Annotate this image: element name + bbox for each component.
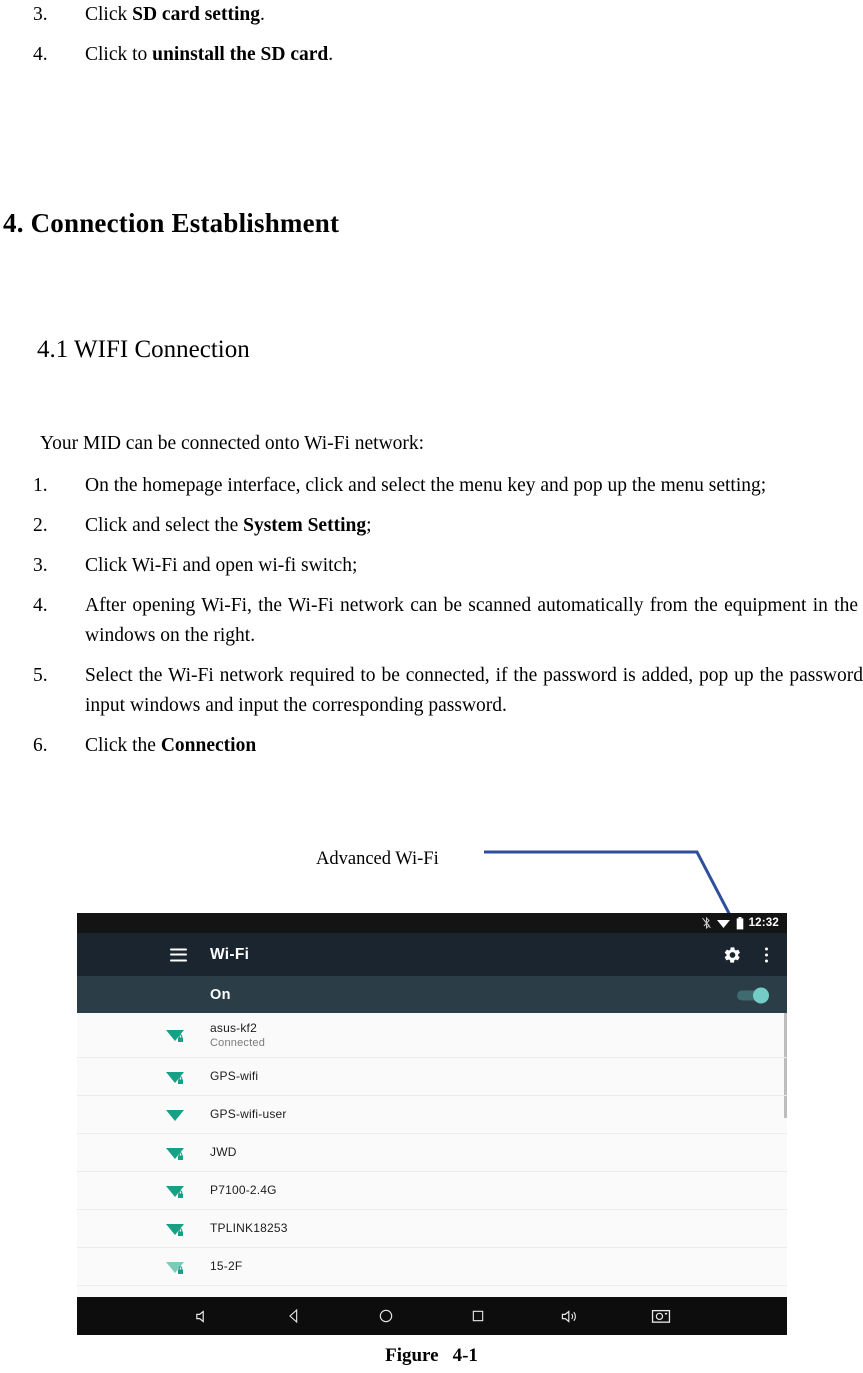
list-number: 1. <box>33 475 48 496</box>
wifi-signal-icon <box>166 1071 184 1084</box>
list-number: 6. <box>33 735 48 756</box>
text-suffix: . <box>259 4 265 25</box>
network-ssid: P7100-2.4G <box>210 1183 277 1197</box>
home-icon[interactable] <box>366 1297 406 1335</box>
section-heading: 4. Connection Establishment <box>3 208 340 238</box>
network-row[interactable]: 15-2F <box>77 1248 787 1286</box>
gear-icon[interactable] <box>723 945 742 964</box>
network-ssid: JWD <box>210 1145 237 1159</box>
network-row[interactable]: GPS-wifi <box>77 1058 787 1096</box>
steps-list: 1. On the homepage interface, click and … <box>0 471 863 771</box>
list-item: 4. After opening Wi-Fi, the Wi-Fi networ… <box>0 591 863 651</box>
list-number: 3. <box>33 555 48 576</box>
text-suffix: . <box>328 44 334 65</box>
wifi-signal-icon <box>166 1223 184 1236</box>
list-item: 2. Click and select the System Setting; <box>0 511 863 541</box>
tablet-screenshot: 12:32 Wi-Fi On asus-kf2 Connected GPS-wifi… <box>77 913 787 1335</box>
list-number: 4. <box>33 44 48 65</box>
list-item: 3. Click SD card setting. <box>0 0 863 30</box>
text-prefix: Select the Wi-Fi network required to be … <box>85 665 863 716</box>
volume-down-icon[interactable] <box>183 1297 223 1335</box>
network-row[interactable]: GPS-wifi-user <box>77 1096 787 1134</box>
wifi-signal-icon <box>166 1261 184 1274</box>
text-prefix: On the homepage interface, click and sel… <box>85 475 767 496</box>
annotation-label: Advanced Wi-Fi <box>316 849 439 869</box>
overflow-menu-icon[interactable] <box>760 945 773 964</box>
wifi-signal-icon <box>166 1109 184 1121</box>
action-bar-actions <box>723 945 773 964</box>
screenshot-icon[interactable] <box>641 1297 681 1335</box>
network-row[interactable]: asus-kf2 Connected <box>77 1013 787 1058</box>
list-text: Click SD card setting. <box>85 0 863 30</box>
list-item: 4. Click to uninstall the SD card. <box>0 40 863 70</box>
battery-full-icon <box>736 916 743 929</box>
switch-thumb <box>753 987 769 1003</box>
list-number: 2. <box>33 515 48 536</box>
text-prefix: Click <box>85 4 133 25</box>
page-title: Wi-Fi <box>210 945 250 963</box>
list-item: 5. Select the Wi-Fi network required to … <box>0 661 863 721</box>
list-item: 1. On the homepage interface, click and … <box>0 471 863 501</box>
intro-paragraph: Your MID can be connected onto Wi-Fi net… <box>40 433 425 454</box>
status-time: 12:32 <box>748 917 779 929</box>
volume-up-icon[interactable] <box>549 1297 589 1335</box>
network-ssid: GPS-wifi <box>210 1069 259 1083</box>
network-row[interactable]: TPLINK18253 <box>77 1210 787 1248</box>
wifi-signal-icon <box>166 1147 184 1160</box>
list-text: Click and select the System Setting; <box>85 511 863 541</box>
network-ssid: TPLINK18253 <box>210 1221 288 1235</box>
action-bar: Wi-Fi <box>77 933 787 976</box>
wifi-toggle-row[interactable]: On <box>77 976 787 1013</box>
list-item: 6. Click the Connection <box>0 731 863 761</box>
network-row[interactable]: P7100-2.4G <box>77 1172 787 1210</box>
figure-caption: Figure 4-1 <box>0 1345 863 1367</box>
list-text: Click to uninstall the SD card. <box>85 40 863 70</box>
list-text: Select the Wi-Fi network required to be … <box>85 661 863 721</box>
wifi-signal-icon <box>716 920 730 928</box>
wifi-signal-icon <box>166 1030 184 1042</box>
wifi-toggle-switch[interactable] <box>737 987 769 1003</box>
text-prefix: Click to <box>85 44 153 65</box>
bluetooth-icon <box>701 917 711 929</box>
hamburger-menu-icon[interactable] <box>170 948 187 961</box>
status-bar: 12:32 <box>77 913 787 933</box>
caption-number: 4-1 <box>452 1345 478 1366</box>
list-number: 4. <box>33 595 48 616</box>
wifi-network-list: asus-kf2 Connected GPS-wifi GPS-wifi-user JW… <box>77 1013 787 1286</box>
recents-icon[interactable] <box>458 1297 498 1335</box>
text-bold: SD card setting <box>132 4 260 25</box>
navigation-bar <box>77 1297 787 1335</box>
list-number: 3. <box>33 4 48 25</box>
text-prefix: Click and select the <box>85 515 244 536</box>
network-ssid: asus-kf2 <box>210 1020 257 1035</box>
network-ssid: 15-2F <box>210 1259 243 1273</box>
top-steps-list: 3. Click SD card setting. 4. Click to un… <box>0 0 863 80</box>
wifi-toggle-label: On <box>210 986 231 1003</box>
text-prefix: After opening Wi-Fi, the Wi-Fi network c… <box>85 595 858 646</box>
list-text: On the homepage interface, click and sel… <box>85 471 863 501</box>
subsection-heading: 4.1 WIFI Connection <box>37 336 250 363</box>
list-item: 3. Click Wi-Fi and open wi-fi switch; <box>0 551 863 581</box>
network-ssid: GPS-wifi-user <box>210 1107 287 1121</box>
network-row[interactable]: JWD <box>77 1134 787 1172</box>
text-bold: uninstall the SD card <box>152 44 329 65</box>
text-prefix: Click Wi-Fi and open wi-fi switch; <box>85 555 358 576</box>
list-text: Click Wi-Fi and open wi-fi switch; <box>85 551 863 581</box>
text-prefix: Click the <box>85 735 161 756</box>
text-suffix: ; <box>366 515 372 536</box>
list-text: After opening Wi-Fi, the Wi-Fi network c… <box>85 591 858 651</box>
network-status: Connected <box>210 1036 266 1049</box>
text-bold: Connection <box>160 735 257 756</box>
back-icon[interactable] <box>274 1297 314 1335</box>
list-number: 5. <box>33 665 48 686</box>
text-bold: System Setting <box>243 515 367 536</box>
list-text: Click the Connection <box>85 731 863 761</box>
wifi-signal-icon <box>166 1185 184 1198</box>
caption-label: Figure <box>385 1345 439 1366</box>
